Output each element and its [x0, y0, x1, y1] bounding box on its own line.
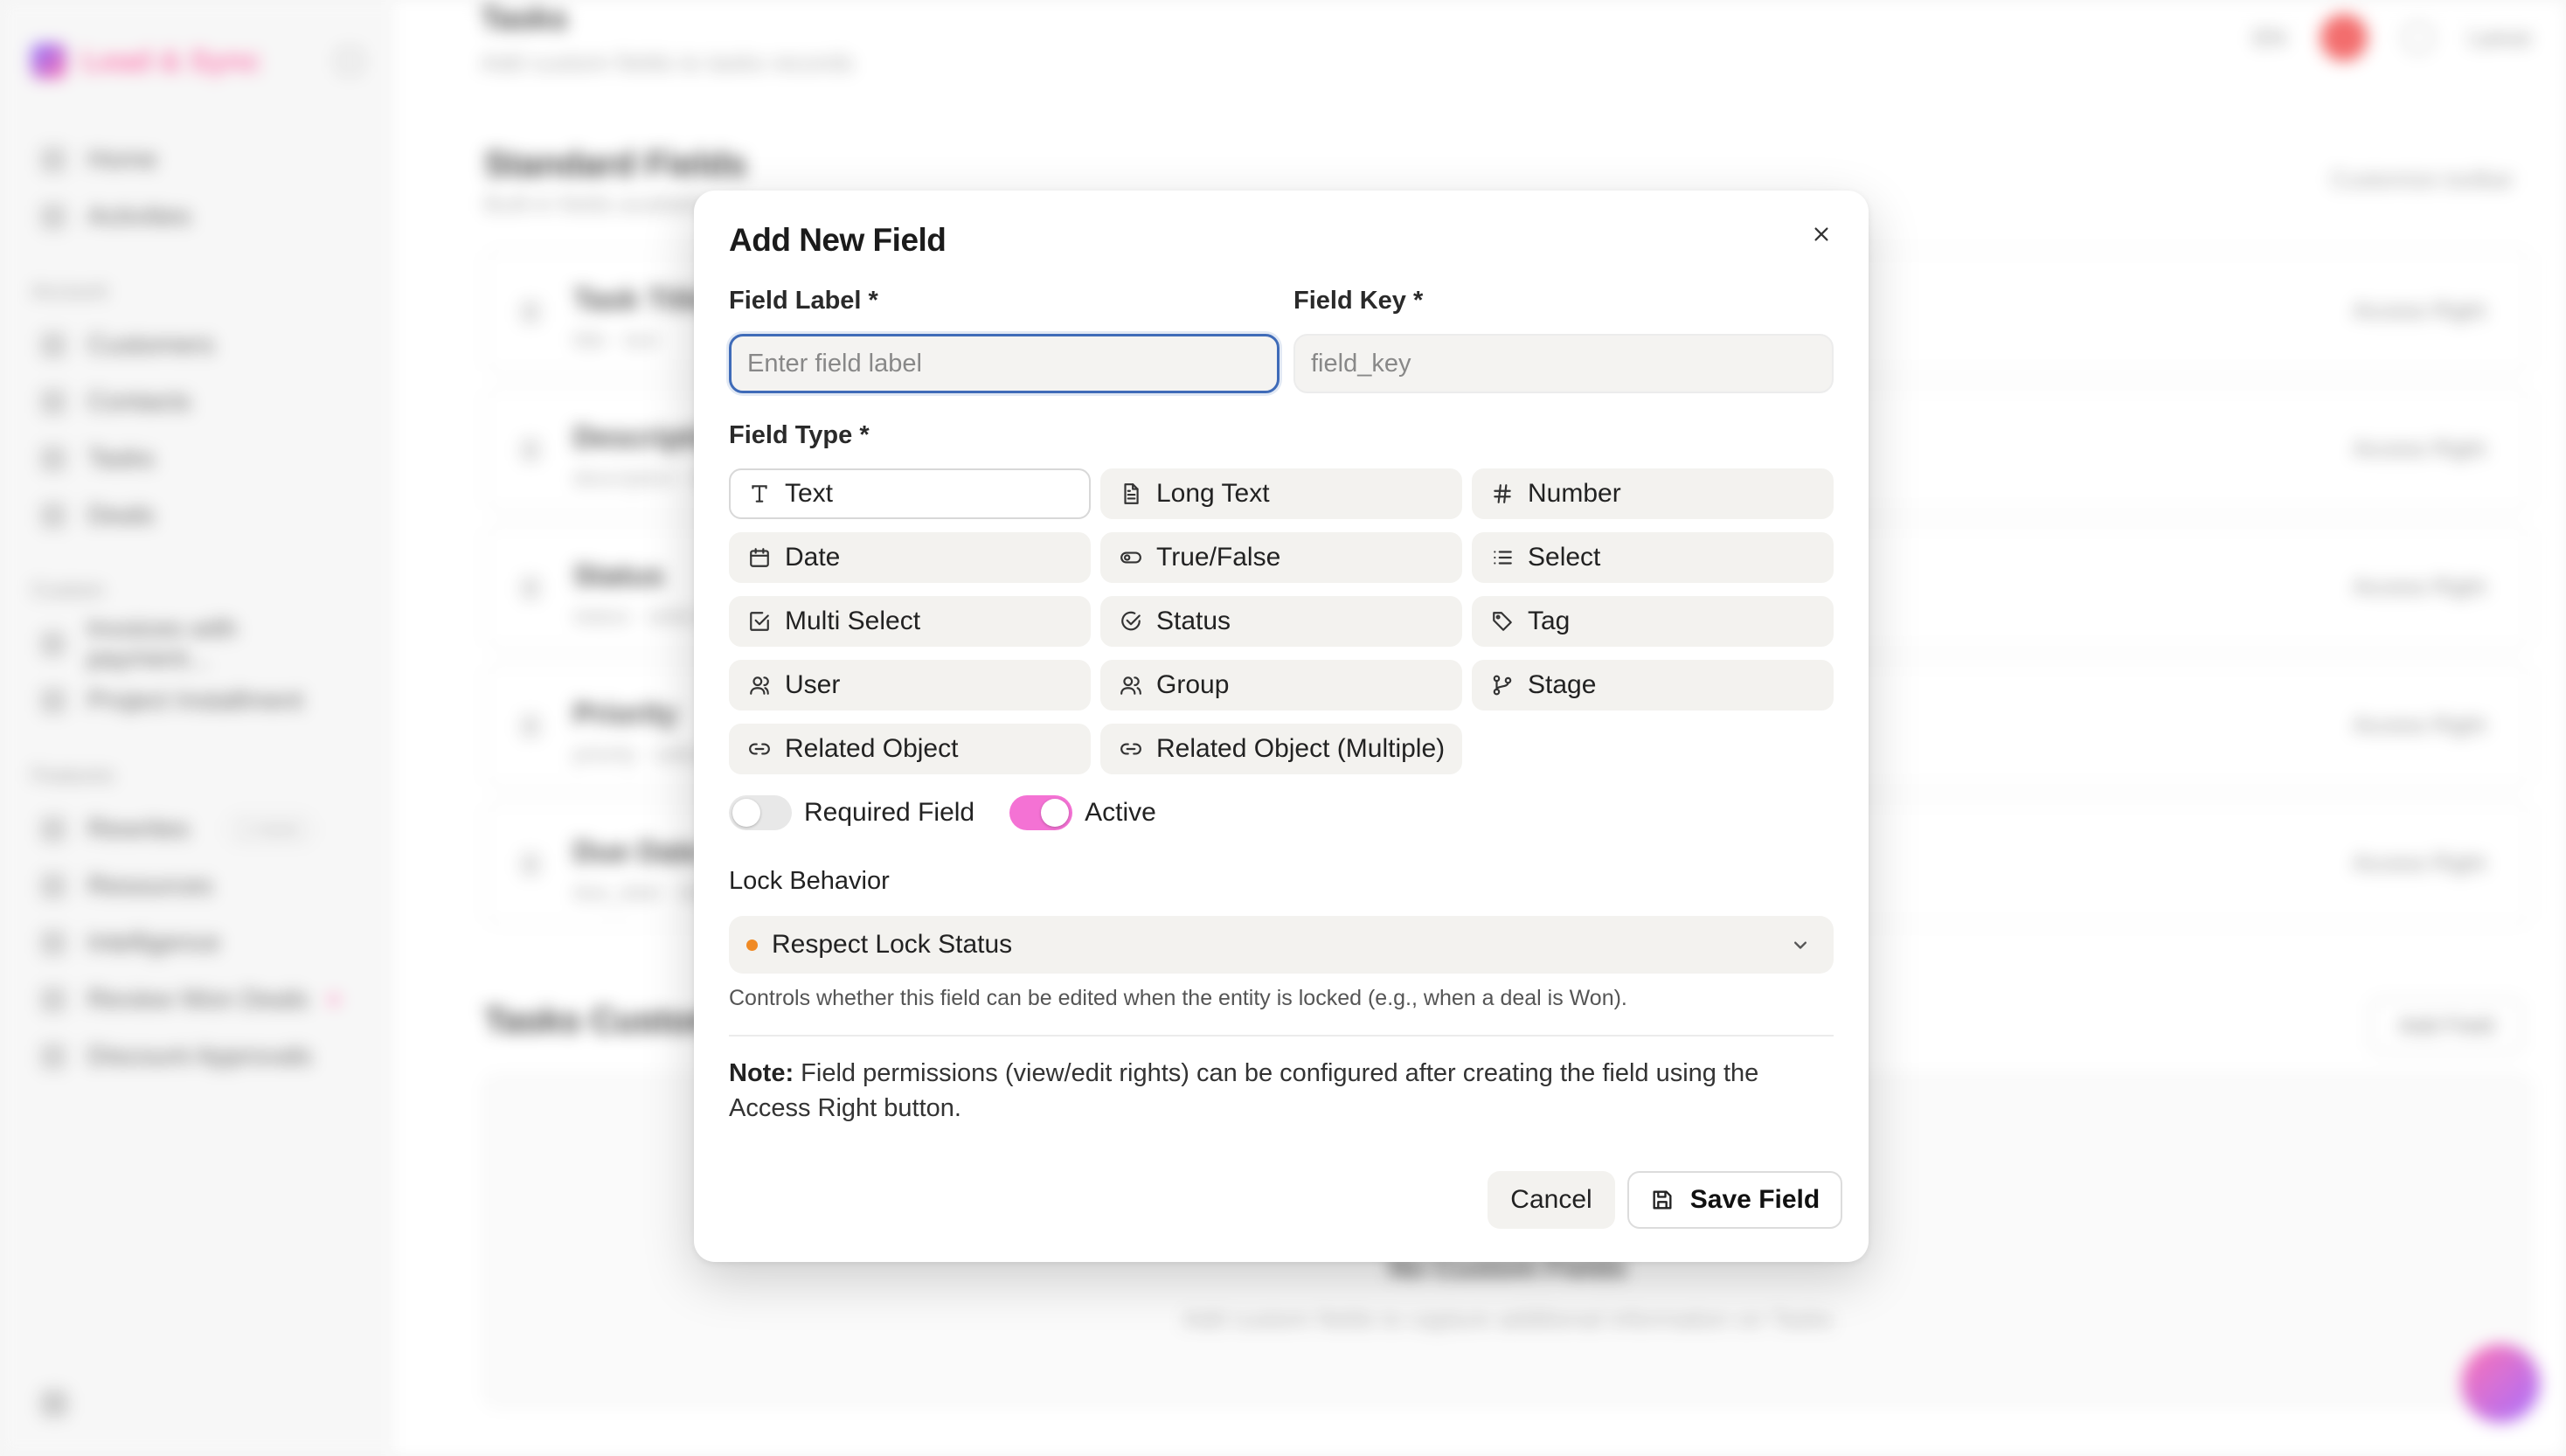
- text-icon: [752, 485, 767, 503]
- status-dot: [746, 939, 758, 951]
- toggle-knob: [732, 799, 760, 827]
- field-type-status[interactable]: Status: [1100, 596, 1462, 647]
- toggle-icon: [1120, 551, 1141, 564]
- save-field-button[interactable]: Save Field: [1627, 1171, 1842, 1229]
- hash-icon: [1494, 484, 1511, 503]
- field-type-group[interactable]: Group: [1100, 660, 1462, 711]
- divider: [729, 1035, 1834, 1037]
- close-icon: [1814, 227, 1828, 241]
- checkbox-icon: [750, 612, 769, 631]
- toggle-knob: [1041, 799, 1070, 827]
- field-type-text[interactable]: Text: [729, 468, 1091, 519]
- tag-icon: [1493, 612, 1512, 631]
- save-icon: [1653, 1190, 1672, 1210]
- user-icon: [750, 676, 769, 695]
- field-key-label: Field Key *: [1293, 287, 1424, 315]
- check-circle-icon: [1121, 611, 1141, 631]
- field-key-input[interactable]: [1293, 334, 1834, 393]
- note-bold: Note:: [729, 1059, 794, 1087]
- field-type-long-text[interactable]: Long Text: [1100, 468, 1462, 519]
- lock-behavior-select[interactable]: Respect Lock Status: [729, 916, 1834, 974]
- dialog-title: Add New Field: [729, 222, 947, 258]
- cancel-button[interactable]: Cancel: [1488, 1171, 1615, 1229]
- permissions-note: Note: Field permissions (view/edit right…: [729, 1056, 1834, 1126]
- add-field-dialog: Add New Field Field Label * Field Key * …: [694, 191, 1869, 1262]
- branch-icon: [1493, 675, 1512, 696]
- field-type-grid: Text Long Text Number Date True/False Se…: [729, 468, 1834, 774]
- save-field-label: Save Field: [1689, 1185, 1820, 1214]
- field-type-related-object[interactable]: Related Object: [729, 724, 1091, 774]
- lock-behavior-label: Lock Behavior: [729, 867, 890, 895]
- field-label-label: Field Label *: [729, 287, 878, 315]
- field-type-true-false[interactable]: True/False: [1100, 532, 1462, 583]
- field-type-label: Field Type *: [729, 421, 870, 449]
- list-icon: [1494, 551, 1512, 565]
- note-text: Field permissions (view/edit rights) can…: [729, 1059, 1759, 1122]
- field-type-user[interactable]: User: [729, 660, 1091, 711]
- field-type-date[interactable]: Date: [729, 532, 1091, 583]
- active-toggle[interactable]: [1009, 795, 1073, 830]
- link-icon: [1120, 743, 1141, 755]
- field-type-related-object-multiple[interactable]: Related Object (Multiple): [1100, 724, 1462, 774]
- chevron-down-icon: [1794, 941, 1807, 949]
- document-icon: [1124, 483, 1139, 504]
- close-button[interactable]: [1804, 217, 1839, 252]
- field-label-input[interactable]: [729, 334, 1280, 393]
- required-field-toggle[interactable]: [729, 795, 792, 830]
- lock-behavior-value: Respect Lock Status: [772, 930, 1013, 959]
- users-icon: [1120, 676, 1141, 695]
- link-icon: [749, 743, 770, 755]
- field-type-multi-select[interactable]: Multi Select: [729, 596, 1091, 647]
- toggle-row: Required Field Active: [729, 795, 1156, 830]
- calendar-icon: [750, 548, 769, 567]
- field-type-tag[interactable]: Tag: [1472, 596, 1834, 647]
- field-type-number[interactable]: Number: [1472, 468, 1834, 519]
- field-type-stage[interactable]: Stage: [1472, 660, 1834, 711]
- active-label: Active: [1085, 798, 1156, 827]
- field-type-select[interactable]: Select: [1472, 532, 1834, 583]
- lock-behavior-help: Controls whether this field can be edite…: [729, 986, 1627, 1010]
- required-field-label: Required Field: [804, 798, 975, 827]
